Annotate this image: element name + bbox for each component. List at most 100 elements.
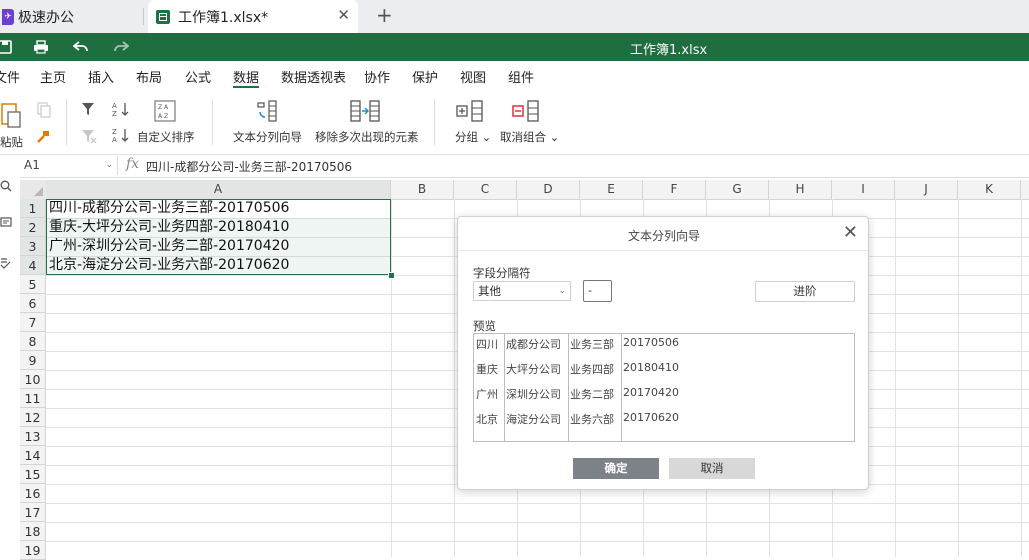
menu-data[interactable]: 数据	[233, 67, 259, 86]
text-to-columns-label[interactable]: 文本分列向导	[233, 129, 302, 145]
select-all-corner[interactable]	[20, 180, 47, 199]
menu-collaborate[interactable]: 协作	[364, 67, 390, 86]
column-header[interactable]: H	[769, 180, 832, 199]
paste-label[interactable]: 粘贴	[0, 134, 23, 150]
row-header[interactable]: 11	[20, 389, 46, 408]
spell-check-icon[interactable]	[0, 257, 14, 271]
clear-filter-icon[interactable]	[81, 129, 97, 146]
column-header[interactable]: E	[580, 180, 643, 199]
row-header[interactable]: 15	[20, 465, 46, 484]
custom-sort-icon[interactable]: Z A A Z	[154, 100, 176, 125]
row-header[interactable]: 9	[20, 351, 46, 370]
row-header[interactable]: 7	[20, 313, 46, 332]
menu-protect[interactable]: 保护	[412, 67, 438, 86]
title-bar: 工作簿1.xlsx	[0, 33, 1029, 61]
save-icon[interactable]	[0, 38, 14, 56]
row-header[interactable]: 18	[20, 522, 46, 541]
row-header[interactable]: 4	[20, 256, 46, 275]
row-header[interactable]: 6	[20, 294, 46, 313]
close-tab-icon[interactable]: ✕	[337, 6, 350, 24]
menu-formula[interactable]: 公式	[185, 67, 211, 86]
close-icon[interactable]: ✕	[843, 222, 858, 243]
column-header[interactable]: K	[958, 180, 1021, 199]
group-label[interactable]: 分组 ⌄	[455, 129, 491, 145]
row-header[interactable]: 10	[20, 370, 46, 389]
menu-insert[interactable]: 插入	[88, 67, 114, 86]
formula-bar: A1 ⌄ fx 四川-成都分公司-业务三部-20170506	[0, 155, 1029, 178]
column-header[interactable]: G	[706, 180, 769, 199]
menu-components[interactable]: 组件	[508, 67, 534, 86]
sort-descending-icon[interactable]: ZA	[112, 127, 130, 146]
preview-column-divider	[621, 334, 622, 441]
menu-pivot-table[interactable]: 数据透视表	[281, 67, 346, 86]
undo-icon[interactable]	[72, 38, 90, 56]
formula-input[interactable]: 四川-成都分公司-业务三部-20170506	[146, 158, 352, 175]
format-painter-icon[interactable]	[36, 130, 50, 147]
preview-column-divider	[568, 334, 569, 441]
delimiter-select[interactable]: 其他 ⌄	[473, 281, 571, 301]
row-header[interactable]: 19	[20, 541, 46, 560]
row-header[interactable]: 13	[20, 427, 46, 446]
preview-cell: 业务六部	[570, 413, 614, 426]
name-box[interactable]: A1 ⌄	[20, 156, 118, 175]
ribbon-divider	[434, 99, 435, 145]
column-header[interactable]: D	[517, 180, 580, 199]
menu-home[interactable]: 主页	[40, 67, 66, 86]
column-header[interactable]: B	[391, 180, 454, 199]
menu-file[interactable]: 文件	[0, 67, 20, 86]
column-header[interactable]: F	[643, 180, 706, 199]
cell-a2[interactable]: 重庆-大坪分公司-业务四部-20180410	[49, 218, 289, 237]
svg-text:Z: Z	[112, 128, 117, 136]
group-icon[interactable]	[456, 100, 484, 125]
fill-handle[interactable]	[388, 272, 395, 279]
paste-icon[interactable]	[0, 101, 22, 132]
cell-a4[interactable]: 北京-海淀分公司-业务六部-20170620	[49, 256, 289, 275]
row-header[interactable]: 3	[20, 237, 46, 256]
ungroup-icon[interactable]	[512, 100, 540, 125]
new-tab-icon[interactable]: +	[376, 3, 393, 27]
active-menu-indicator	[233, 86, 259, 88]
column-header[interactable]: A	[46, 180, 391, 199]
preview-column-divider	[504, 334, 505, 441]
ungroup-label[interactable]: 取消组合 ⌄	[500, 129, 559, 145]
row-header[interactable]: 12	[20, 408, 46, 427]
advanced-button[interactable]: 进阶	[755, 281, 855, 302]
chevron-down-icon[interactable]: ⌄	[105, 156, 113, 175]
row-header[interactable]: 16	[20, 484, 46, 503]
custom-sort-label[interactable]: 自定义排序	[137, 129, 195, 145]
sort-ascending-icon[interactable]: AZ	[112, 101, 130, 120]
row-header[interactable]: 14	[20, 446, 46, 465]
document-title: 工作簿1.xlsx	[630, 43, 708, 58]
function-icon[interactable]: fx	[126, 156, 139, 172]
row-header[interactable]: 8	[20, 332, 46, 351]
redo-icon[interactable]	[112, 38, 130, 56]
menu-layout[interactable]: 布局	[136, 67, 162, 86]
remove-duplicates-label[interactable]: 移除多次出现的元素	[315, 129, 419, 145]
copy-icon[interactable]	[37, 102, 51, 121]
delimiter-input[interactable]: -	[583, 280, 612, 302]
cell-a3[interactable]: 广州-深圳分公司-业务二部-20170420	[49, 237, 289, 256]
tab-app[interactable]: ✈ 极速办公	[0, 0, 145, 33]
text-to-columns-icon[interactable]	[256, 100, 278, 125]
row-header[interactable]: 5	[20, 275, 46, 294]
column-header[interactable]: I	[832, 180, 895, 199]
print-icon[interactable]	[32, 38, 50, 56]
search-icon[interactable]	[0, 180, 14, 194]
column-header[interactable]: C	[454, 180, 517, 199]
cell-a1[interactable]: 四川-成都分公司-业务三部-20170506	[49, 199, 289, 218]
row-header[interactable]: 1	[20, 199, 46, 218]
menu-view[interactable]: 视图	[460, 67, 486, 86]
name-box-value: A1	[24, 158, 40, 172]
cancel-button[interactable]: 取消	[669, 458, 755, 479]
tab-divider	[143, 8, 144, 25]
remove-duplicates-icon[interactable]	[350, 100, 380, 125]
delimiter-select-value: 其他	[478, 284, 501, 298]
tab-document[interactable]: 工作簿1.xlsx* ✕	[148, 0, 358, 33]
text-to-columns-dialog: 文本分列向导 ✕ 字段分隔符 其他 ⌄ - 进阶 预览 四川 成都分公司 业务三…	[457, 216, 869, 490]
column-header[interactable]: J	[895, 180, 958, 199]
comment-icon[interactable]	[0, 217, 14, 231]
row-header[interactable]: 2	[20, 218, 46, 237]
row-header[interactable]: 17	[20, 503, 46, 522]
filter-icon[interactable]	[81, 102, 95, 119]
ok-button[interactable]: 确定	[573, 458, 659, 479]
